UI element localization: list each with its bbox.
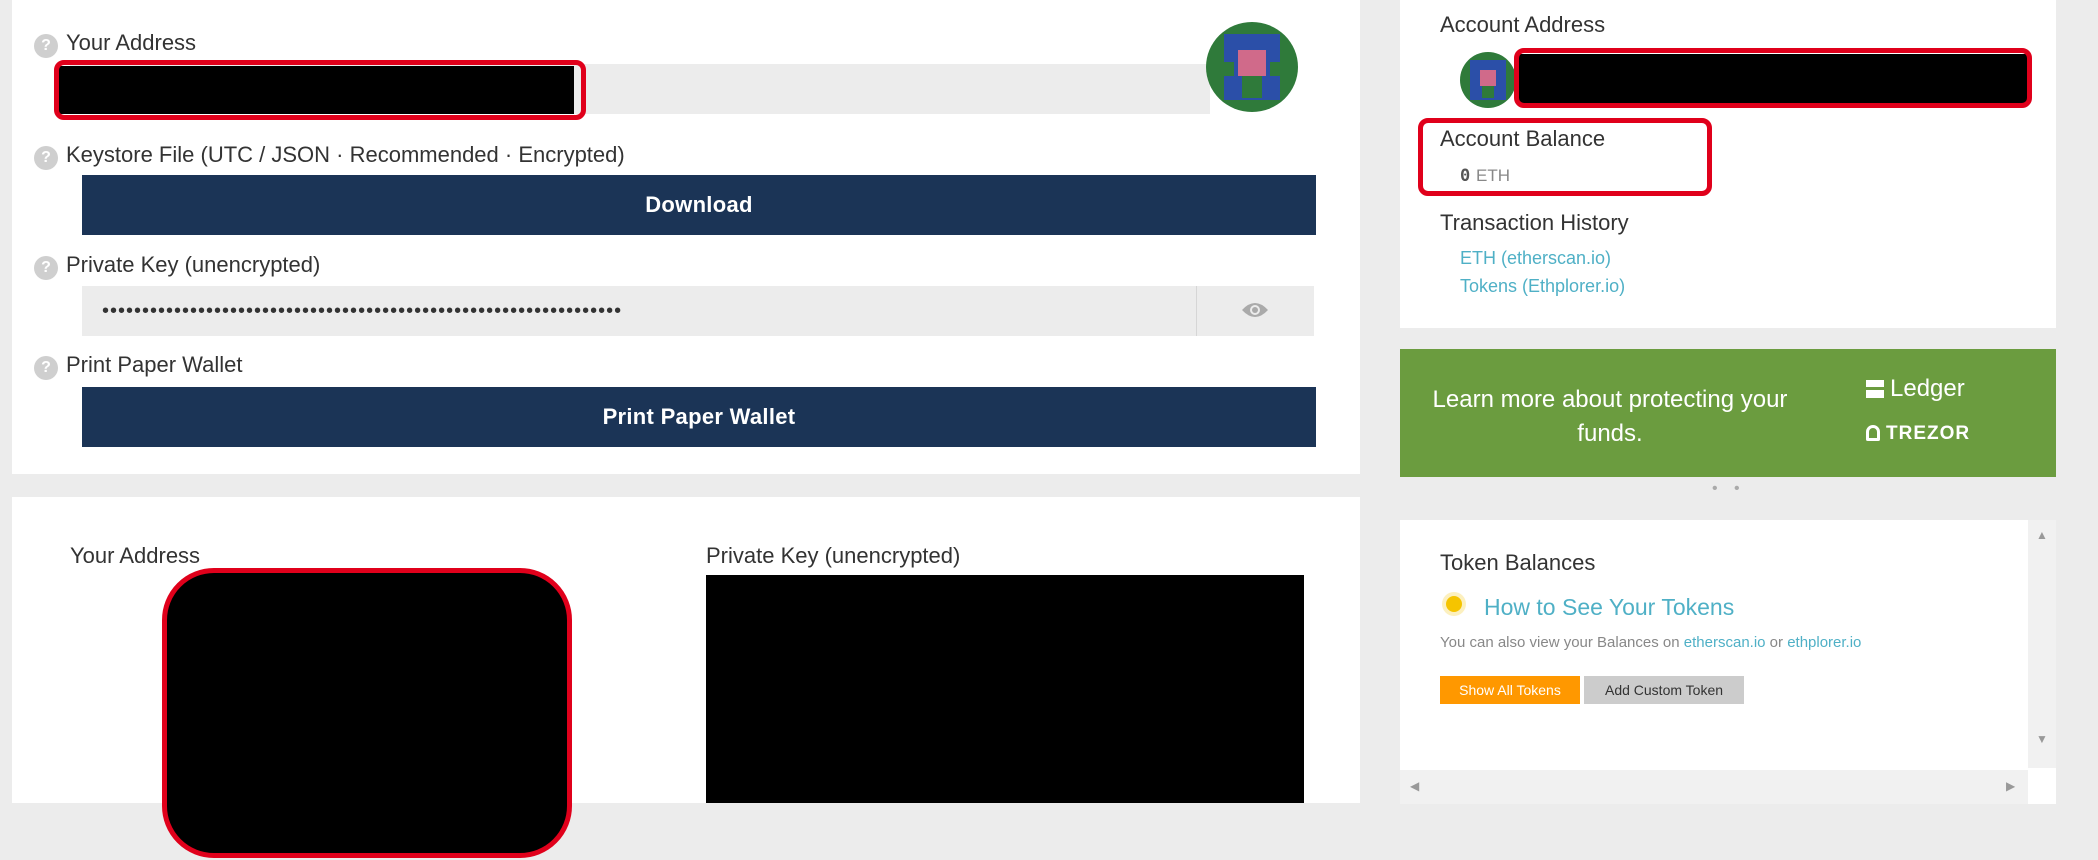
banner-text: Learn more about protecting your funds.: [1432, 386, 1788, 447]
how-to-see-tokens-link[interactable]: How to See Your Tokens: [1484, 594, 1734, 621]
show-all-tokens-button[interactable]: Show All Tokens: [1440, 676, 1580, 704]
vertical-scrollbar[interactable]: ▲ ▼: [2028, 520, 2056, 768]
highlight-box: [1418, 118, 1712, 196]
ethplorer-link[interactable]: Tokens (Ethplorer.io): [1460, 276, 1625, 297]
private-key-field[interactable]: ••••••••••••••••••••••••••••••••••••••••…: [82, 286, 1196, 336]
carousel-dots[interactable]: • •: [1712, 480, 1746, 498]
token-info-text: You can also view your Balances on ether…: [1440, 634, 1862, 651]
toggle-visibility-button[interactable]: [1196, 286, 1314, 336]
account-panel: Account Address Account Balance 0 ETH Tr…: [1400, 0, 2056, 328]
highlight-box: [1514, 48, 2032, 108]
account-address-label: Account Address: [1440, 12, 1606, 37]
help-icon[interactable]: ?: [34, 146, 58, 170]
print-paper-wallet-label: Print Paper Wallet: [66, 352, 243, 377]
download-button[interactable]: Download: [82, 175, 1316, 235]
help-icon[interactable]: ?: [34, 34, 58, 58]
scroll-down-arrow[interactable]: ▼: [2036, 732, 2048, 746]
help-icon[interactable]: ?: [34, 256, 58, 280]
print-paper-wallet-button[interactable]: Print Paper Wallet: [82, 387, 1316, 447]
etherscan-link[interactable]: ETH (etherscan.io): [1460, 248, 1611, 269]
ethplorer-token-link[interactable]: ethplorer.io: [1787, 634, 1861, 651]
help-icon[interactable]: ?: [34, 356, 58, 380]
add-custom-token-button[interactable]: Add Custom Token: [1584, 676, 1744, 704]
scroll-left-arrow[interactable]: ◀: [1410, 779, 1419, 793]
hardware-wallet-banner[interactable]: Learn more about protecting your funds. …: [1400, 349, 2056, 477]
identicon: [1206, 22, 1298, 112]
identicon: [1460, 52, 1516, 108]
scroll-up-arrow[interactable]: ▲: [2036, 528, 2048, 542]
keystore-label: Keystore File (UTC / JSON · Recommended …: [66, 142, 625, 167]
trezor-lock-icon: [1866, 425, 1880, 441]
wallet-info-panel: ? Your Address ? Keystore File (UTC / JS…: [12, 0, 1360, 474]
paper-private-key-label: Private Key (unencrypted): [706, 543, 961, 568]
lightbulb-icon: [1446, 596, 1462, 612]
trezor-brand[interactable]: TREZOR: [1866, 423, 1970, 445]
your-address-label: Your Address: [66, 30, 197, 55]
ledger-brand[interactable]: Ledger: [1866, 375, 1965, 403]
scroll-right-arrow[interactable]: ▶: [2006, 779, 2015, 793]
transaction-history-label: Transaction History: [1440, 210, 1629, 235]
paper-address-label: Your Address: [70, 543, 201, 568]
highlight-box: [162, 568, 572, 858]
private-key-label: Private Key (unencrypted): [66, 252, 321, 277]
eye-icon: [1242, 303, 1268, 317]
redacted-private-key-qr: [706, 575, 1304, 803]
ledger-icon: [1866, 380, 1884, 398]
etherscan-token-link[interactable]: etherscan.io: [1684, 634, 1766, 651]
horizontal-scrollbar[interactable]: ◀ ▶: [1400, 770, 2028, 804]
highlight-box: [54, 60, 586, 120]
token-balances-title: Token Balances: [1440, 550, 1596, 575]
token-balances-panel: Token Balances How to See Your Tokens Yo…: [1400, 520, 2056, 804]
